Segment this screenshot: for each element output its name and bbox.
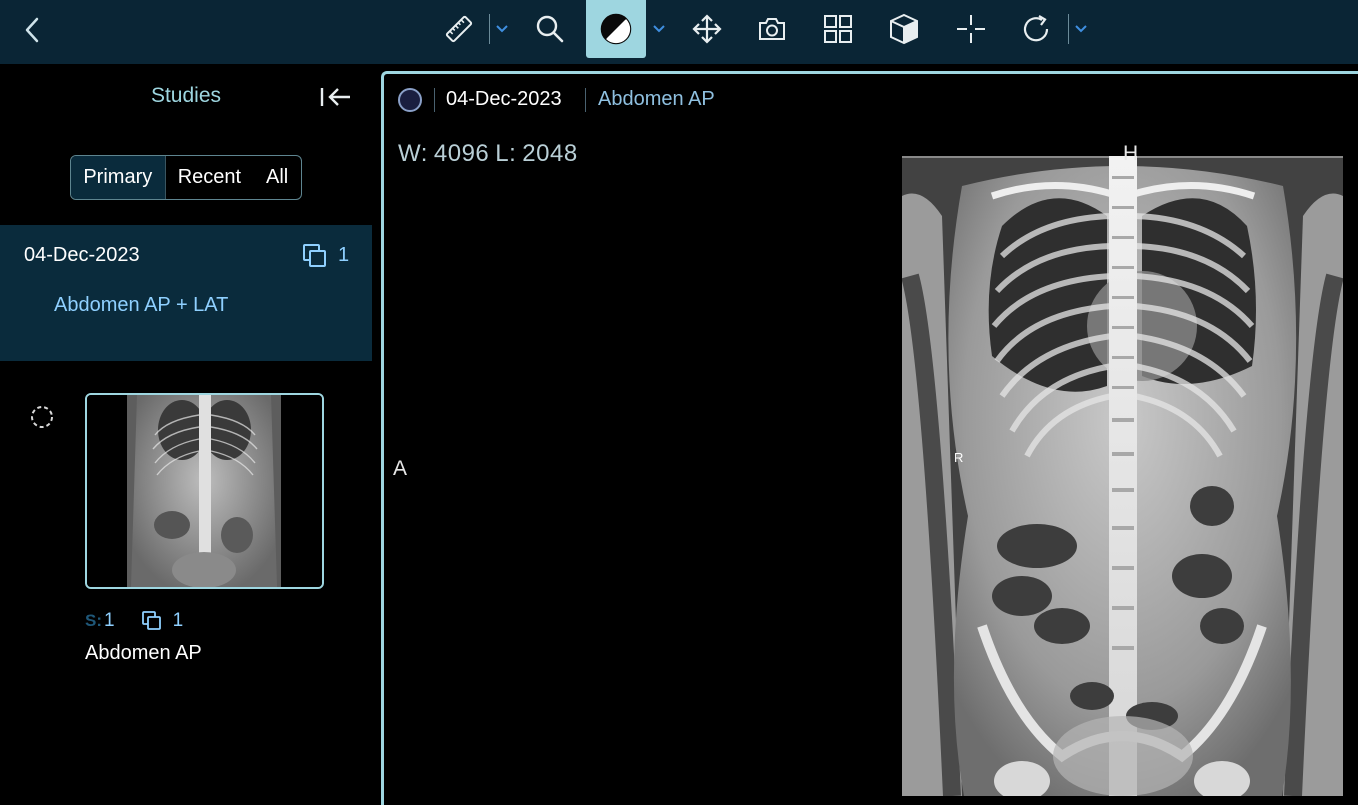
grid-layout-icon [824, 15, 852, 43]
viewport-status-indicator[interactable] [398, 88, 422, 112]
capture-tool-button[interactable] [746, 6, 798, 52]
series-stack-icon [303, 244, 326, 267]
series-thumbnail[interactable] [85, 393, 324, 589]
chevron-down-icon [653, 25, 665, 33]
contrast-icon [600, 13, 632, 45]
xray-thumbnail-image [87, 395, 322, 587]
rotate-tool-button[interactable] [1010, 6, 1062, 52]
instances-count: 1 [172, 610, 184, 631]
loading-status-icon [31, 406, 53, 428]
rotate-menu-caret[interactable] [1071, 18, 1091, 40]
toolbar-divider [489, 14, 490, 44]
crosshair-icon [957, 15, 985, 43]
image-viewport[interactable]: 04-Dec-2023 Abdomen AP W:4096L:2048 A [381, 71, 1358, 805]
collapse-left-icon [320, 88, 350, 106]
filter-all[interactable]: All [253, 156, 301, 199]
rotate-icon [1023, 15, 1049, 42]
viewport-study-date: 04-Dec-2023 [446, 88, 562, 110]
window-level-menu-caret[interactable] [649, 18, 669, 40]
top-toolbar [0, 0, 1358, 64]
zoom-tool-button[interactable] [524, 6, 576, 52]
viewport-divider [585, 88, 586, 112]
chevron-left-icon [25, 17, 39, 43]
collapse-sidebar-button[interactable] [316, 82, 356, 112]
study-card[interactable]: 04-Dec-2023 1 Abdomen AP + LAT [0, 225, 372, 361]
instances-stack-icon [141, 611, 161, 630]
crosshair-tool-button[interactable] [945, 6, 997, 52]
study-date: 04-Dec-2023 [24, 244, 140, 266]
orientation-left-marker: A [393, 457, 408, 480]
viewport-divider [434, 88, 435, 112]
window-value: 4096 [433, 140, 490, 167]
window-label: W: [398, 140, 428, 167]
cube-icon [890, 13, 918, 45]
study-series-count: 1 [338, 244, 350, 266]
back-button[interactable] [14, 12, 50, 48]
orientation-top-marker: H [1123, 142, 1139, 165]
series-meta: S: 1 1 [85, 610, 183, 632]
pan-tool-button[interactable] [681, 6, 733, 52]
studies-sidebar: Studies Primary Recent All 04-Dec-2023 1… [0, 64, 372, 805]
chevron-down-icon [496, 25, 508, 33]
study-filter-segmented: Primary Recent All [70, 155, 302, 200]
filter-primary[interactable]: Primary [71, 156, 166, 199]
camera-icon [759, 18, 785, 40]
window-level-tool-button[interactable] [586, 0, 646, 58]
series-label: S: [85, 611, 102, 630]
chevron-down-icon [1075, 25, 1087, 33]
viewport-series-description: Abdomen AP [598, 88, 715, 110]
layout-tool-button[interactable] [812, 6, 864, 52]
measure-tool-button[interactable] [433, 6, 485, 52]
3d-tool-button[interactable] [878, 6, 930, 52]
laterality-marker: R [954, 450, 964, 465]
series-number: 1 [104, 610, 115, 631]
magnifier-icon [536, 15, 564, 43]
level-value: 2048 [522, 140, 578, 167]
xray-image [902, 156, 1343, 796]
measure-menu-caret[interactable] [492, 18, 512, 40]
level-label: L: [495, 140, 517, 167]
study-description: Abdomen AP + LAT [54, 294, 229, 316]
window-level-overlay: W: 4096 L: 2048 [398, 140, 584, 168]
ruler-icon [445, 15, 473, 43]
filter-recent[interactable]: Recent [166, 156, 254, 199]
move-arrows-icon [692, 14, 722, 44]
toolbar-divider [1068, 14, 1069, 44]
series-name: Abdomen AP [85, 642, 202, 664]
